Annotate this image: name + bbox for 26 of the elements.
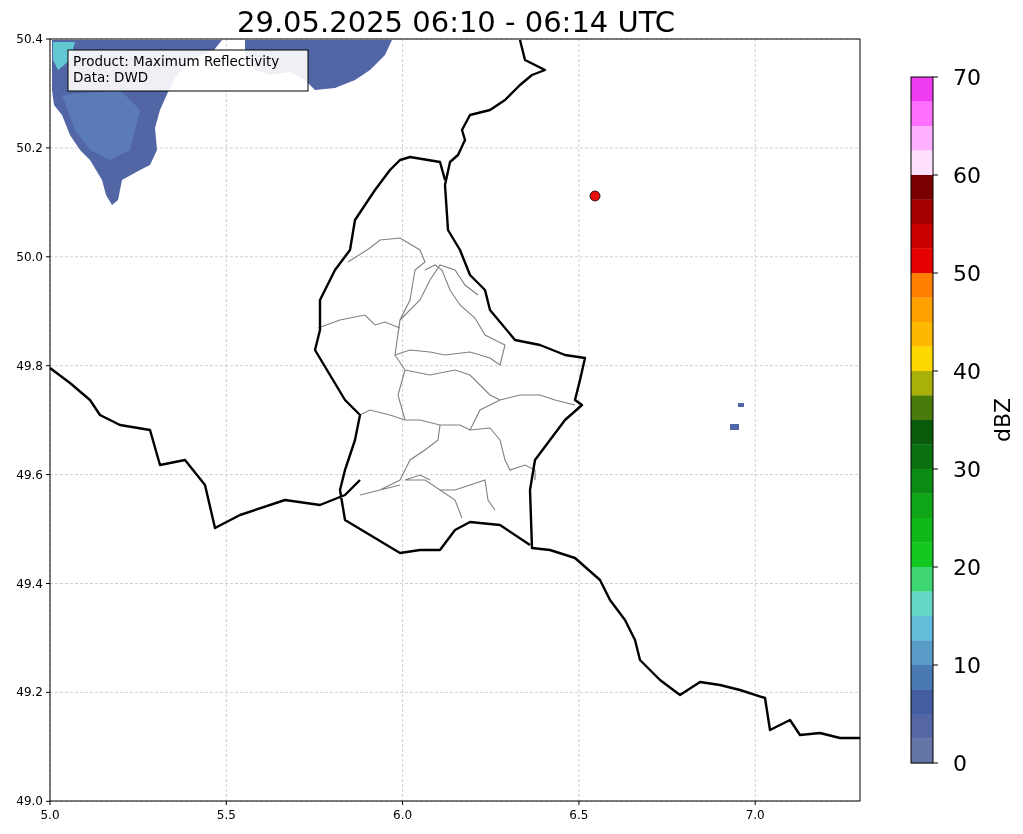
y-tick-label: 49.8 (16, 358, 43, 373)
x-tick-label: 7.0 (745, 808, 765, 822)
x-tick-label: 6.5 (569, 808, 589, 822)
colorbar-tick-label: 60 (953, 163, 981, 188)
info-text: Data: DWD (73, 69, 149, 85)
colorbar-tick-label: 20 (953, 555, 981, 580)
y-tick-label: 49.0 (16, 794, 43, 809)
colorbar-tick-label: 30 (953, 457, 981, 482)
y-tick-label: 50.0 (16, 249, 43, 264)
y-tick-label: 49.2 (16, 685, 43, 700)
x-tick-label: 5.0 (40, 808, 60, 822)
x-tick-label: 6.0 (393, 808, 413, 822)
colorbar-tick-label: 50 (953, 261, 981, 286)
colorbar-label: dBZ (990, 397, 1015, 443)
y-tick-label: 49.4 (16, 576, 43, 591)
y-tick-label: 49.6 (16, 467, 43, 482)
info-text: Product: Maximum Reflectivity (73, 53, 280, 69)
x-tick-label: 5.5 (216, 808, 236, 822)
colorbar-tick-label: 70 (953, 65, 981, 90)
chart-title: 29.05.2025 06:10 - 06:14 UTC (237, 5, 675, 39)
colorbar-tick-label: 40 (953, 359, 981, 384)
y-tick-label: 50.2 (16, 140, 43, 155)
colorbar-tick-label: 10 (953, 653, 981, 678)
colorbar-tick-label: 0 (953, 751, 967, 776)
y-tick-label: 50.4 (16, 32, 43, 46)
location-marker-icon (589, 190, 601, 202)
